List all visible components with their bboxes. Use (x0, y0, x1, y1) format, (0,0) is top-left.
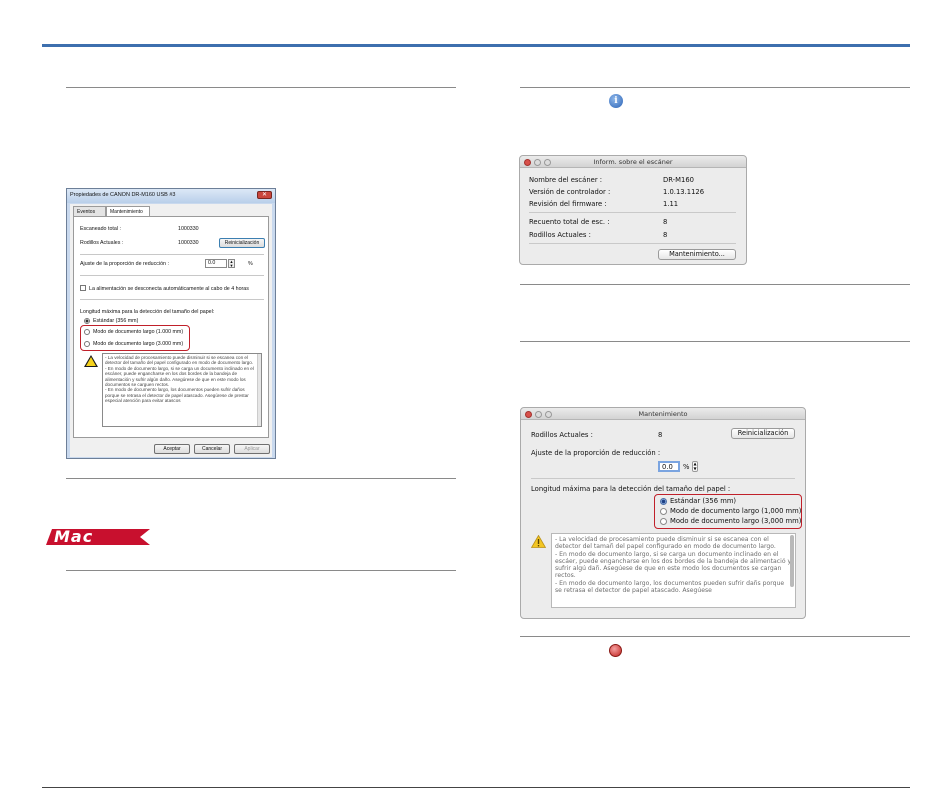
window-title: Mantenimiento (638, 410, 688, 418)
section-rule (66, 87, 456, 88)
ratio-input[interactable]: 0.0 (205, 259, 227, 268)
maintenance-button[interactable]: Mantenimiento... (658, 249, 736, 260)
dialog-title-bar: Propiedades de CANON DR-M160 USB #3 ✕ (67, 189, 275, 203)
radio-long-1000-label: Modo de documento largo (1,000 mm) (670, 507, 802, 515)
mac-scanner-info-window: Inform. sobre el escáner Nombre del escá… (519, 155, 747, 265)
window-title-bar: Inform. sobre el escáner (520, 156, 746, 168)
scanned-total-value: 1000330 (178, 226, 199, 232)
warning-icon-fill (86, 357, 96, 366)
info-label-firmware: Revisión del firmware : (529, 200, 607, 208)
mac-logo-text: Mac (54, 527, 94, 546)
section-rule (520, 284, 910, 285)
divider (531, 478, 795, 479)
mac-logo: Mac (46, 527, 150, 547)
radio-standard[interactable] (660, 498, 667, 505)
radio-standard-label: Estándar (356 mm) (670, 497, 737, 505)
window-title-bar: Mantenimiento (521, 408, 805, 420)
info-value-rollers: 8 (663, 231, 668, 239)
max-length-label: Longitud máxima para la detección del ta… (80, 309, 215, 315)
info-value-scanner-name: DR-M160 (663, 176, 694, 184)
chevron-down-icon: ▼ (693, 465, 697, 471)
divider (80, 254, 264, 255)
rollers-label: Rodillos Actuales : (531, 431, 593, 439)
section-rule (66, 570, 456, 571)
auto-off-checkbox[interactable] (80, 285, 86, 291)
info-label-rollers: Rodillos Actuales : (529, 231, 591, 239)
dialog-title: Propiedades de CANON DR-M160 USB #3 (70, 192, 176, 198)
rollers-value: 8 (658, 431, 663, 439)
ratio-input[interactable]: 0.0 (658, 461, 680, 472)
mac-maintenance-window: Mantenimiento Rodillos Actuales : 8 Rein… (520, 407, 806, 619)
spin-button[interactable]: ▲ ▼ (228, 259, 235, 268)
radio-standard-label: Estándar (356 mm) (93, 318, 139, 323)
divider (529, 212, 736, 213)
minimize-icon[interactable] (534, 159, 541, 166)
radio-long-3000[interactable] (660, 518, 667, 525)
window-title: Inform. sobre el escáner (593, 158, 673, 166)
radio-long-3000[interactable] (84, 341, 90, 347)
chevron-down-icon: ▼ (229, 263, 234, 268)
ratio-unit: % (683, 463, 690, 471)
red-close-button-icon (609, 644, 622, 657)
ratio-unit: % (248, 261, 253, 267)
apply-button[interactable]: Aplicar (234, 444, 270, 454)
spin-button[interactable]: ▲ ▼ (692, 461, 698, 472)
info-label-driver-version: Versión de controlador : (529, 188, 611, 196)
scrollbar[interactable] (790, 535, 794, 587)
divider (529, 243, 736, 244)
windows-properties-dialog: Propiedades de CANON DR-M160 USB #3 ✕ Ev… (66, 188, 276, 459)
rollers-value: 1000330 (178, 240, 199, 246)
scrollbar[interactable] (257, 354, 261, 426)
close-icon[interactable]: ✕ (257, 191, 272, 199)
maintenance-panel: Escaneado total : 1000330 Rodillos Actua… (73, 216, 269, 438)
radio-long-1000[interactable] (660, 508, 667, 515)
section-rule (66, 478, 456, 479)
radio-long-1000[interactable] (84, 329, 90, 335)
divider (80, 299, 264, 300)
zoom-icon[interactable] (544, 159, 551, 166)
warning-text-box: - La velocidad de procesamiento puede di… (102, 353, 262, 427)
reset-button[interactable]: Reinicialización (219, 238, 265, 248)
reset-button[interactable]: Reinicialización (731, 428, 795, 439)
divider (80, 275, 264, 276)
cancel-button[interactable]: Cancelar (194, 444, 230, 454)
close-icon[interactable] (525, 411, 532, 418)
radio-long-3000-label: Modo de documento largo (3.000 mm) (93, 341, 184, 347)
info-label-total-count: Recuento total de esc. : (529, 218, 610, 226)
header-bar (42, 44, 910, 47)
scanned-total-label: Escaneado total : (80, 226, 121, 232)
tab-eventos[interactable]: Eventos (73, 206, 106, 216)
radio-standard[interactable] (84, 318, 90, 324)
warning-text-box: - La velocidad de procesamiento puede di… (551, 533, 796, 608)
close-icon[interactable] (524, 159, 531, 166)
info-value-firmware: 1.11 (663, 200, 679, 208)
radio-long-3000-label: Modo de documento largo (3,000 mm) (670, 517, 802, 525)
radio-long-1000-label: Modo de documento largo (1.000 mm) (93, 329, 184, 335)
ratio-label: Ajuste de la proporción de reducción : (531, 449, 661, 457)
info-value-driver-version: 1.0.13.1126 (663, 188, 705, 196)
footer-rule (42, 787, 910, 788)
section-rule (520, 636, 910, 637)
info-value-total-count: 8 (663, 218, 668, 226)
zoom-icon[interactable] (545, 411, 552, 418)
minimize-icon[interactable] (535, 411, 542, 418)
ratio-label: Ajuste de la proporción de reducción : (80, 261, 169, 267)
section-rule (520, 87, 910, 88)
max-length-label: Longitud máxima para la detección del ta… (531, 485, 731, 493)
section-rule (520, 341, 910, 342)
auto-off-label: La alimentación se desconecta automática… (89, 286, 249, 292)
info-label-scanner-name: Nombre del escáner : (529, 176, 603, 184)
ok-button[interactable]: Aceptar (154, 444, 190, 454)
dialog-body: Eventos Mantenimiento Escaneado total : … (70, 204, 272, 457)
warning-icon (531, 535, 546, 548)
rollers-label: Rodillos Actuales : (80, 240, 124, 246)
info-icon: i (609, 94, 623, 108)
